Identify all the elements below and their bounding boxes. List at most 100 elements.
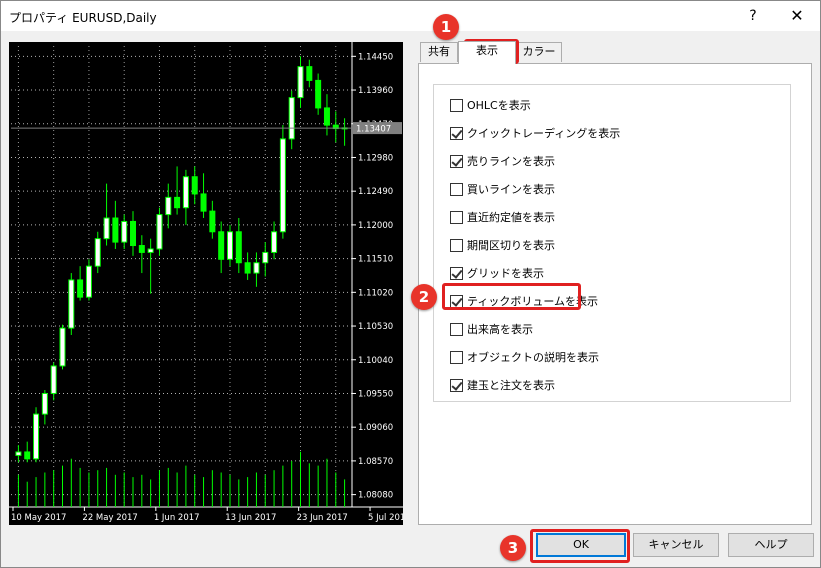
option-row[interactable]: 建玉と注文を表示	[450, 377, 555, 393]
option-row[interactable]: 買いラインを表示	[450, 181, 555, 197]
candle-body-bull	[50, 365, 57, 394]
option-row[interactable]: OHLCを表示	[450, 97, 531, 113]
help-button[interactable]: ヘルプ	[728, 533, 814, 557]
title-bar: プロパティ EURUSD,Daily ? ✕	[1, 1, 820, 31]
candle-body-bear	[191, 176, 198, 195]
price-tick-label: 1.08570	[358, 457, 393, 467]
chart-preview: 1.144501.139601.134701.129801.124901.120…	[9, 42, 403, 525]
candle-body-bull	[288, 97, 295, 140]
price-tick-label: 1.13960	[358, 86, 393, 96]
price-tick-label: 1.11020	[358, 288, 393, 298]
date-tick-label: 13 Jun 2017	[225, 513, 276, 523]
option-label: 出来高を表示	[467, 323, 533, 336]
display-options-group: OHLCを表示クイックトレーディングを表示 売りラインを表示買いラインを表示直近約…	[433, 84, 791, 402]
option-label: 売りラインを表示	[467, 155, 555, 168]
option-row[interactable]: 売りラインを表示	[450, 153, 555, 169]
option-row[interactable]: 直近約定値を表示	[450, 209, 555, 225]
date-tick-label: 23 Jun 2017	[297, 513, 348, 523]
date-tick-label: 5 Jul 2017	[368, 513, 403, 523]
candle-body-bull	[41, 392, 48, 415]
option-checkbox[interactable]	[450, 182, 463, 196]
candle-body-bull	[103, 217, 110, 240]
option-row[interactable]: オブジェクトの説明を表示	[450, 349, 599, 365]
candle-body-bull	[297, 66, 304, 99]
candle-body-bear	[323, 107, 330, 126]
date-tick-label: 10 May 2017	[11, 513, 66, 523]
option-label: 期間区切りを表示	[467, 239, 555, 252]
highlight-tick-volume	[442, 283, 581, 310]
price-tick-label: 1.09060	[358, 423, 393, 433]
option-row[interactable]: 期間区切りを表示	[450, 237, 555, 253]
window-title: プロパティ EURUSD,Daily	[9, 11, 157, 25]
option-checkbox[interactable]	[450, 210, 463, 224]
candle-body-bull	[182, 176, 189, 209]
candle-body-bear	[130, 220, 137, 247]
option-label: オブジェクトの説明を表示	[467, 351, 599, 364]
candle-body-bull	[226, 231, 233, 260]
properties-dialog: プロパティ EURUSD,Daily ? ✕ 1.14450 1.13960 1.1…	[0, 0, 821, 568]
price-tick-label: 1.10040	[358, 356, 393, 366]
candle-body-bull	[33, 413, 40, 460]
candle-body-bear	[200, 193, 207, 212]
candle-body-bear	[218, 231, 225, 260]
current-price-label: 1.13407	[356, 125, 391, 135]
option-label: 建玉と注文を表示	[467, 379, 555, 392]
help-icon[interactable]: ?	[731, 1, 775, 31]
price-tick-label: 1.09550	[358, 389, 393, 399]
candle-body-bull	[156, 214, 163, 250]
candle-body-bull	[94, 238, 101, 267]
candle-body-bull	[147, 248, 154, 253]
date-tick-label: 1 Jun 2017	[154, 513, 200, 523]
candle-body-bull	[279, 138, 286, 233]
option-label: クイックトレーディングを表示	[467, 127, 621, 140]
step-badge-1: 1	[433, 14, 459, 40]
price-tick-label: 1.12000	[358, 221, 393, 231]
option-row[interactable]: グリッドを表示	[450, 265, 544, 281]
candle-body-bull	[165, 196, 172, 216]
option-checkbox[interactable]	[450, 378, 463, 392]
chart-svg: 1.144501.139601.134701.129801.124901.120…	[9, 42, 403, 523]
option-label: 直近約定値を表示	[467, 211, 555, 224]
price-tick-label: 1.12980	[358, 153, 393, 163]
option-label: グリッドを表示	[467, 267, 544, 280]
price-tick-label: 1.08080	[358, 491, 393, 501]
close-icon[interactable]: ✕	[775, 1, 819, 31]
price-tick-label: 1.14450	[358, 52, 393, 62]
candle-body-bear	[24, 451, 31, 460]
candle-body-bear	[112, 217, 119, 243]
option-checkbox[interactable]	[450, 238, 463, 252]
candle-body-bull	[68, 279, 75, 329]
highlight-ok-button	[530, 529, 630, 563]
candle-body-bear	[138, 245, 145, 253]
option-row[interactable]: 出来高を表示	[450, 321, 533, 337]
option-checkbox[interactable]	[450, 154, 463, 168]
candle-body-bull	[262, 251, 269, 264]
candle-body-bull	[253, 262, 260, 274]
option-checkbox[interactable]	[450, 322, 463, 336]
candle-body-bear	[235, 231, 242, 264]
candle-body-bear	[315, 79, 322, 109]
candle-body-bear	[306, 66, 313, 81]
candle-body-bear	[244, 262, 251, 274]
button-bar: OK キャンセル ヘルプ	[1, 528, 820, 568]
option-label: OHLCを表示	[467, 99, 531, 112]
candle-body-bull	[85, 265, 92, 298]
tab-common[interactable]: 共有	[420, 42, 458, 62]
candle-body-bull	[59, 327, 66, 367]
step-badge-3: 3	[500, 535, 526, 561]
candle-body-bear	[209, 210, 216, 233]
price-tick-label: 1.12490	[358, 187, 393, 197]
candle-body-bear	[174, 196, 181, 209]
option-checkbox[interactable]	[450, 350, 463, 364]
candle-body-bull	[15, 451, 22, 456]
option-row[interactable]: クイックトレーディングを表示	[450, 125, 620, 141]
date-tick-label: 22 May 2017	[82, 513, 137, 523]
option-checkbox[interactable]	[450, 98, 463, 112]
tab-display[interactable]: 表示	[458, 41, 516, 64]
option-checkbox[interactable]	[450, 266, 463, 280]
tab-colors[interactable]: カラー	[516, 42, 562, 62]
price-tick-label: 1.11510	[358, 255, 393, 265]
option-checkbox[interactable]	[450, 126, 463, 140]
cancel-button[interactable]: キャンセル	[633, 533, 719, 557]
candle-body-bear	[77, 279, 84, 298]
